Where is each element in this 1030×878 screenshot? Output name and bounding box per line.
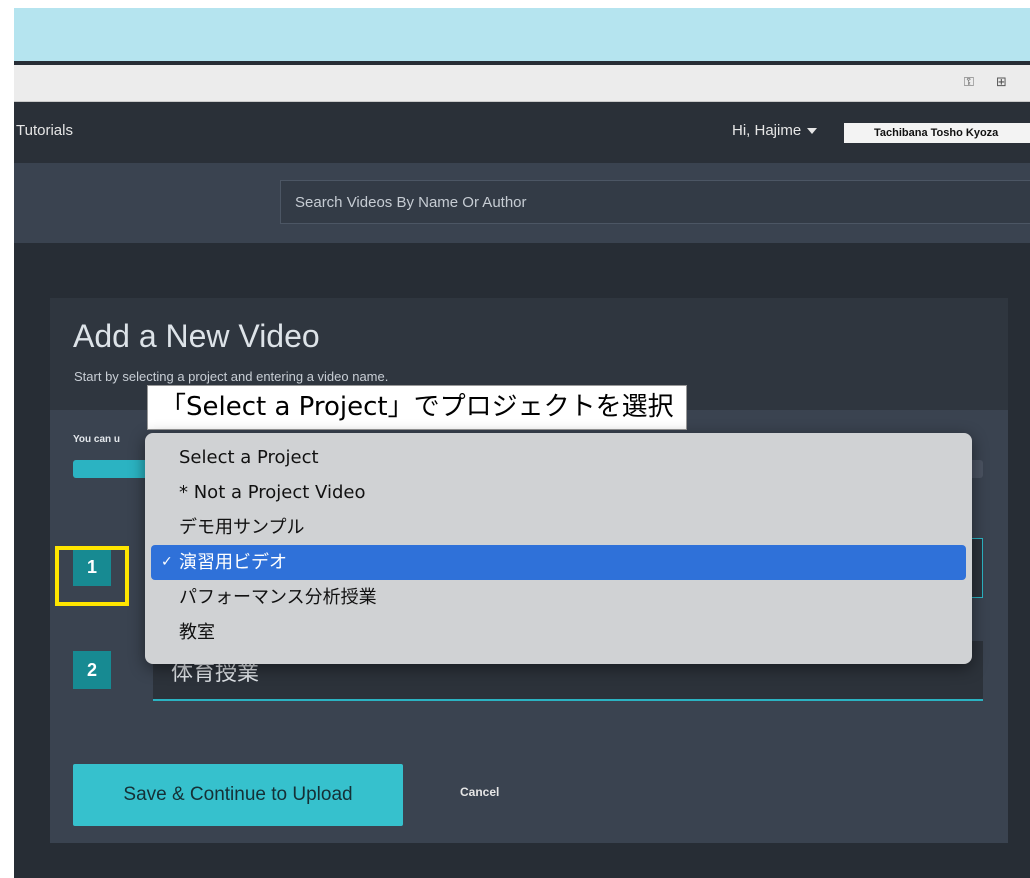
nav-tutorials-link[interactable]: Tutorials bbox=[16, 122, 73, 139]
save-continue-button[interactable]: Save & Continue to Upload bbox=[73, 764, 403, 826]
search-band: Search Videos By Name Or Author bbox=[14, 163, 1030, 243]
step-2-badge: 2 bbox=[73, 651, 111, 689]
project-dropdown-menu: Select a Project * Not a Project Video デモ用… bbox=[145, 433, 972, 664]
dropdown-option-label: * Not a Project Video bbox=[179, 482, 366, 503]
instruction-callout: 「Select a Project」でプロジェクトを選択 bbox=[147, 385, 687, 430]
checkmark-icon: ✓ bbox=[161, 554, 173, 570]
chevron-down-icon bbox=[807, 128, 818, 135]
user-menu[interactable]: Hi, Hajime bbox=[732, 122, 818, 139]
page-title: Add a New Video bbox=[73, 318, 320, 354]
search-input[interactable]: Search Videos By Name Or Author bbox=[280, 180, 1030, 224]
browser-window: ⚿ ⊞ Tutorials Hi, Hajime Tachibana Tosho… bbox=[14, 8, 1030, 878]
upload-note: You can u bbox=[73, 434, 121, 445]
translate-icon[interactable]: ⊞ bbox=[996, 75, 1007, 90]
dropdown-option[interactable]: * Not a Project Video bbox=[151, 475, 966, 510]
step-1-highlight bbox=[55, 546, 129, 606]
panel-subtitle: Start by selecting a project and enterin… bbox=[74, 369, 389, 384]
dropdown-option[interactable]: ✓ 演習用ビデオ bbox=[151, 545, 966, 580]
dropdown-option[interactable]: デモ用サンプル bbox=[151, 510, 966, 545]
dropdown-option[interactable]: パフォーマンス分析授業 bbox=[151, 580, 966, 615]
dropdown-option-label: 教室 bbox=[179, 622, 215, 643]
dropdown-option[interactable]: 教室 bbox=[151, 615, 966, 650]
address-bar: ⚿ ⊞ bbox=[14, 65, 1030, 102]
dropdown-option-label: パフォーマンス分析授業 bbox=[179, 587, 377, 608]
user-greeting: Hi, Hajime bbox=[732, 122, 802, 139]
dropdown-option-label: 演習用ビデオ bbox=[179, 552, 287, 573]
organization-selector[interactable]: Tachibana Tosho Kyoza bbox=[844, 123, 1030, 143]
dropdown-option-label: Select a Project bbox=[179, 447, 319, 468]
upload-progress-fill bbox=[73, 460, 155, 478]
browser-tab-strip bbox=[14, 8, 1030, 61]
cancel-link[interactable]: Cancel bbox=[460, 785, 499, 799]
key-icon[interactable]: ⚿ bbox=[964, 75, 974, 90]
dropdown-option[interactable]: Select a Project bbox=[151, 440, 966, 475]
top-navigation: Tutorials Hi, Hajime Tachibana Tosho Kyo… bbox=[14, 102, 1030, 163]
dropdown-option-label: デモ用サンプル bbox=[179, 517, 305, 538]
